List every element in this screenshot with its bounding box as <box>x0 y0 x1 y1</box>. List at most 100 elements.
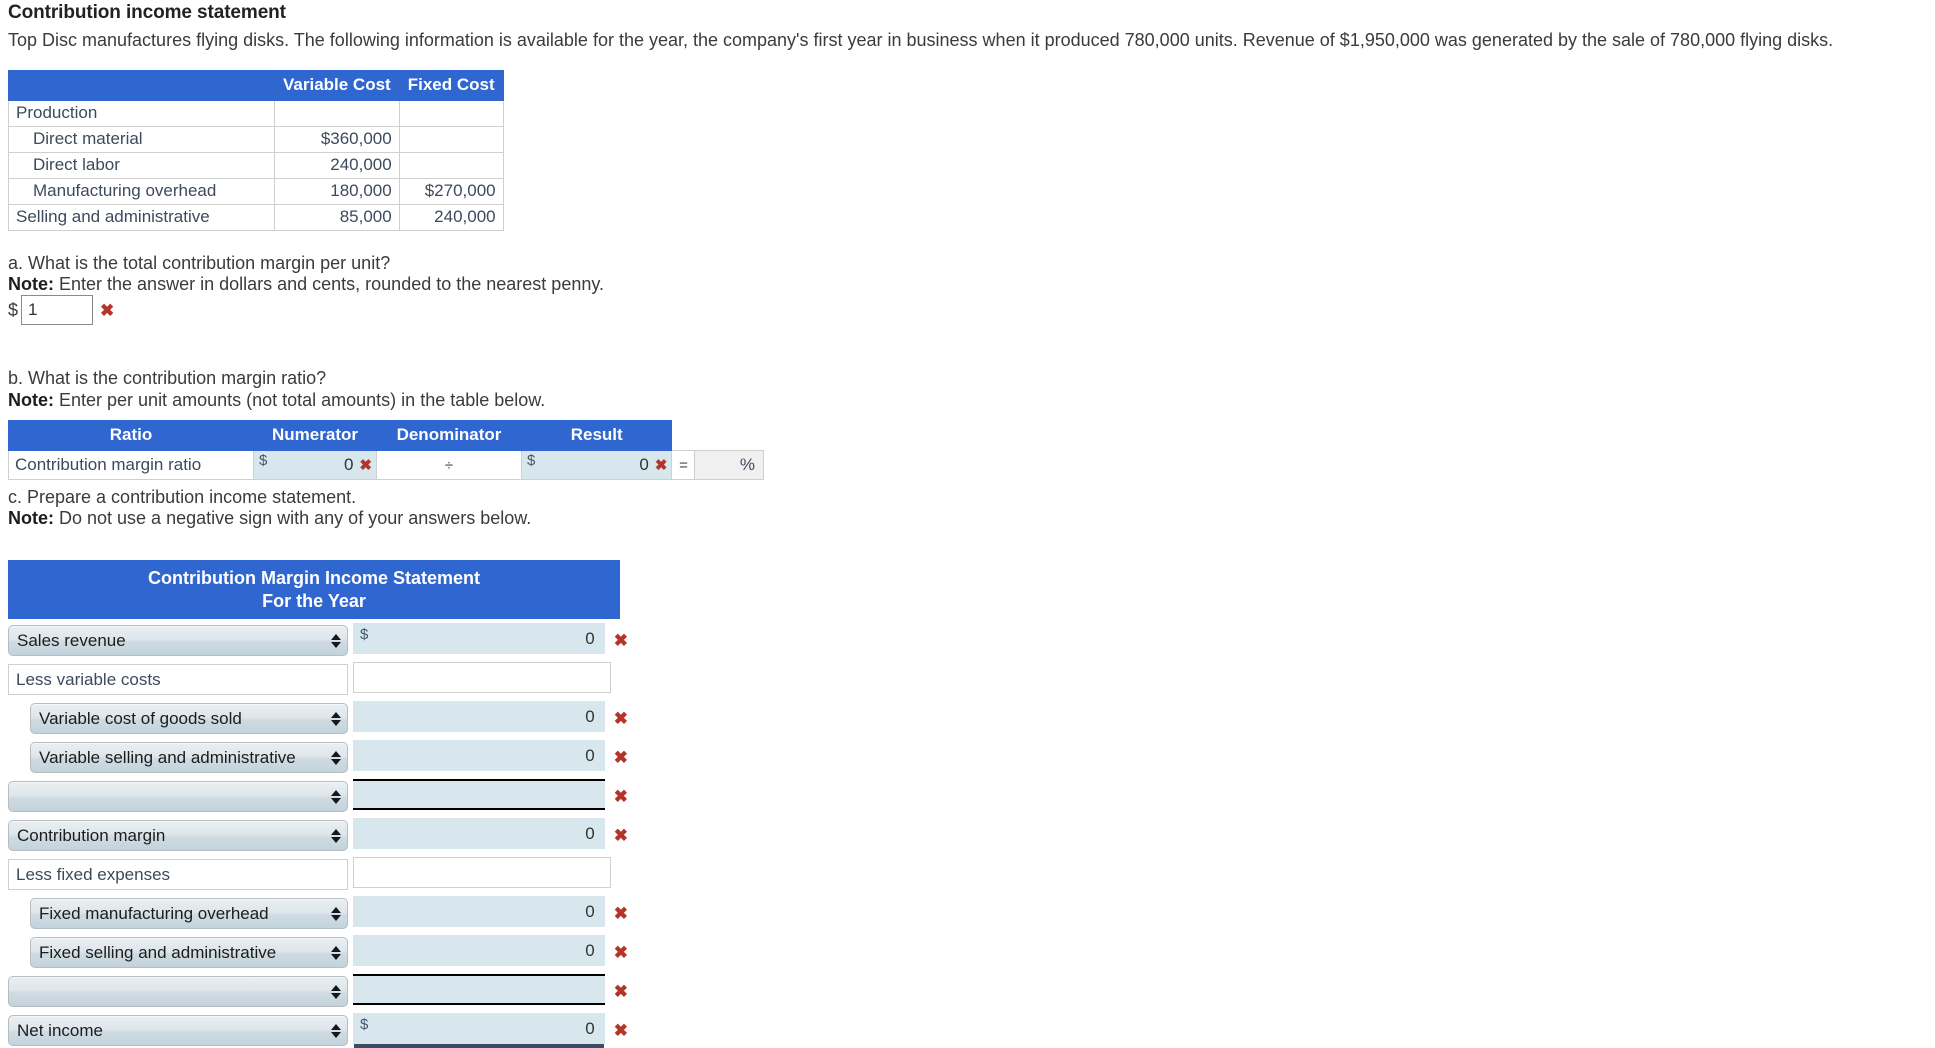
amount-value[interactable]: 0 <box>353 824 605 844</box>
denominator-error-icon: ✖ <box>654 456 668 474</box>
amount-value[interactable]: 0 <box>368 1019 604 1039</box>
statement-amount-cell[interactable] <box>353 974 605 1006</box>
statement-account-select[interactable] <box>8 781 348 813</box>
ratio-header-denominator: Denominator <box>376 420 522 451</box>
statement-amount-cell[interactable]: 0 <box>353 701 605 733</box>
part-a-note-text: Enter the answer in dollars and cents, r… <box>54 274 605 294</box>
row-error-slot: ✖ <box>614 701 628 736</box>
row-error-slot: ✖ <box>614 818 628 853</box>
statement-amount-cell[interactable]: 0 <box>353 818 605 850</box>
ratio-table-row: Contribution margin ratio $ 0 ✖ ÷ $ 0 ✖ <box>8 450 764 480</box>
part-a-error-icon: ✖ <box>100 300 115 320</box>
statement-row: Variable cost of goods sold 0 ✖ <box>8 701 628 736</box>
part-a-answer-row: $ ✖ <box>8 295 114 325</box>
row-error-slot: ✖ <box>614 779 628 814</box>
row-error-slot: ✖ <box>614 974 628 1009</box>
denominator-cell[interactable]: $ 0 ✖ <box>520 450 673 480</box>
row-error-icon: ✖ <box>613 631 628 651</box>
statement-account-label: Contribution margin <box>17 825 166 845</box>
select-stepper-icon[interactable] <box>331 945 341 960</box>
row-error-icon: ✖ <box>613 904 628 924</box>
contribution-margin-statement: Contribution Margin Income Statement For… <box>8 560 628 1048</box>
statement-amount-cell[interactable]: 0 <box>353 935 605 967</box>
worksheet-page: Contribution income statement Top Disc m… <box>0 0 1935 1047</box>
part-b-note: Note: Enter per unit amounts (not total … <box>8 390 545 411</box>
statement-account-select[interactable] <box>8 976 348 1008</box>
row-error-icon: ✖ <box>613 709 628 729</box>
statement-amount-cell[interactable]: $0 <box>353 1013 605 1045</box>
part-a-note-label: Note: <box>8 274 54 294</box>
cost-row-variable: $360,000 <box>274 126 400 153</box>
statement-account-select[interactable]: Fixed manufacturing overhead <box>30 898 348 930</box>
statement-label-cell: Variable cost of goods sold <box>8 701 348 736</box>
statement-section-label: Less fixed expenses <box>8 859 348 891</box>
cost-row-fixed: 240,000 <box>398 204 504 231</box>
statement-label-cell <box>8 779 348 814</box>
amount-value[interactable]: 0 <box>353 902 605 922</box>
select-stepper-icon[interactable] <box>331 711 341 726</box>
statement-label-cell <box>8 974 348 1009</box>
ratio-table: Ratio Numerator Denominator Result Contr… <box>8 420 764 480</box>
amount-value[interactable]: 0 <box>353 941 605 961</box>
statement-label-cell: Less fixed expenses <box>8 857 348 892</box>
statement-row: Less variable costs <box>8 662 628 697</box>
select-stepper-icon[interactable] <box>331 828 341 843</box>
statement-row: Sales revenue $0 ✖ <box>8 623 628 658</box>
row-error-icon: ✖ <box>613 787 628 807</box>
cost-table-body: Production Direct material $360,000 Direct … <box>8 100 504 231</box>
cost-header-variable: Variable Cost <box>274 70 400 101</box>
denominator-dollar-sign: $ <box>527 452 536 469</box>
statement-section-label: Less variable costs <box>8 664 348 696</box>
ratio-row-label: Contribution margin ratio <box>8 450 254 480</box>
part-c-note-text: Do not use a negative sign with any of y… <box>54 508 532 528</box>
select-stepper-icon[interactable] <box>331 984 341 999</box>
amount-value[interactable]: 0 <box>353 746 605 766</box>
numerator-value[interactable]: 0 <box>267 455 357 475</box>
statement-amount-cell[interactable]: 0 <box>353 896 605 928</box>
statement-account-select[interactable]: Contribution margin <box>8 820 348 852</box>
row-error-icon: ✖ <box>613 982 628 1002</box>
statement-account-select[interactable]: Sales revenue <box>8 625 348 657</box>
statement-account-label: Fixed manufacturing overhead <box>39 903 269 923</box>
statement-amount-cell[interactable] <box>353 779 605 811</box>
select-stepper-icon[interactable] <box>331 750 341 765</box>
statement-account-select[interactable]: Variable selling and administrative <box>30 742 348 774</box>
statement-section-text: Less variable costs <box>16 669 161 689</box>
ratio-header-ratio: Ratio <box>8 420 254 451</box>
statement-title-line1: Contribution Margin Income Statement <box>147 568 480 588</box>
amount-value[interactable]: 0 <box>353 707 605 727</box>
statement-label-cell: Fixed selling and administrative <box>8 935 348 970</box>
cost-row-fixed <box>398 100 504 127</box>
select-stepper-icon[interactable] <box>331 633 341 648</box>
row-error-icon: ✖ <box>613 943 628 963</box>
row-error-slot: ✖ <box>614 935 628 970</box>
select-stepper-icon[interactable] <box>331 906 341 921</box>
amount-value[interactable]: 0 <box>368 629 604 649</box>
part-a-question: a. What is the total contribution margin… <box>8 253 391 273</box>
statement-account-select[interactable]: Fixed selling and administrative <box>30 937 348 969</box>
amount-dollar-sign: $ <box>360 626 369 644</box>
row-error-slot: ✖ <box>614 740 628 775</box>
statement-amount-cell[interactable]: $0 <box>353 623 605 655</box>
statement-amount-cell[interactable]: 0 <box>353 740 605 772</box>
statement-label-cell: Less variable costs <box>8 662 348 697</box>
intro-paragraph: Top Disc manufactures flying disks. The … <box>8 30 1834 50</box>
part-b-question: b. What is the contribution margin ratio… <box>8 368 327 388</box>
part-c-question: c. Prepare a contribution income stateme… <box>8 487 357 507</box>
cost-row-label: Production <box>8 100 275 127</box>
denominator-value[interactable]: 0 <box>535 455 653 475</box>
part-a-note: Note: Enter the answer in dollars and ce… <box>8 274 604 295</box>
statement-title-line2: For the Year <box>262 591 366 612</box>
numerator-cell[interactable]: $ 0 ✖ <box>253 450 377 480</box>
part-b-note-text: Enter per unit amounts (not total amount… <box>54 390 546 410</box>
part-a-answer-input[interactable] <box>21 295 94 325</box>
statement-section-text: Less fixed expenses <box>16 864 171 884</box>
numerator-dollar-sign: $ <box>259 452 268 469</box>
statement-account-select[interactable]: Variable cost of goods sold <box>30 703 348 735</box>
ratio-table-header-row: Ratio Numerator Denominator Result <box>8 420 764 451</box>
select-stepper-icon[interactable] <box>331 789 341 804</box>
page-title: Contribution income statement <box>8 2 286 23</box>
statement-label-cell: Fixed manufacturing overhead <box>8 896 348 931</box>
row-error-icon: ✖ <box>613 826 628 846</box>
cost-row-label: Direct labor <box>8 152 275 179</box>
